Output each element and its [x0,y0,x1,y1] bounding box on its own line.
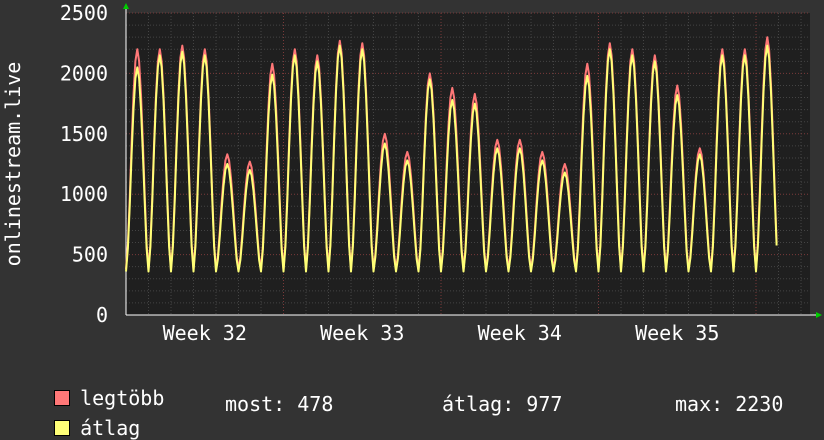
y-tick-label: 0 [96,303,108,327]
legend-label-avg: átlag [80,416,141,440]
y-tick-label: 1000 [60,182,108,206]
y-tick-label: 2000 [60,61,108,85]
y-axis-arrow [123,3,129,9]
y-axis-label: onlinestream.live [1,62,25,267]
x-tick-label: Week 35 [635,321,719,345]
x-tick-label: Week 32 [163,321,247,345]
x-tick-label: Week 34 [478,321,562,345]
stat-current: most: 478 [225,392,334,416]
y-tick-label: 1500 [60,122,108,146]
x-axis-arrow [816,312,822,318]
legend-swatch-avg [54,420,71,436]
y-tick-label: 2500 [60,1,108,25]
legend-item-avg: átlag [30,392,140,440]
y-tick-label: 500 [72,243,108,267]
x-tick-label: Week 33 [320,321,404,345]
stat-average: átlag: 977 [442,392,563,416]
stat-max: max: 2230 [675,392,784,416]
